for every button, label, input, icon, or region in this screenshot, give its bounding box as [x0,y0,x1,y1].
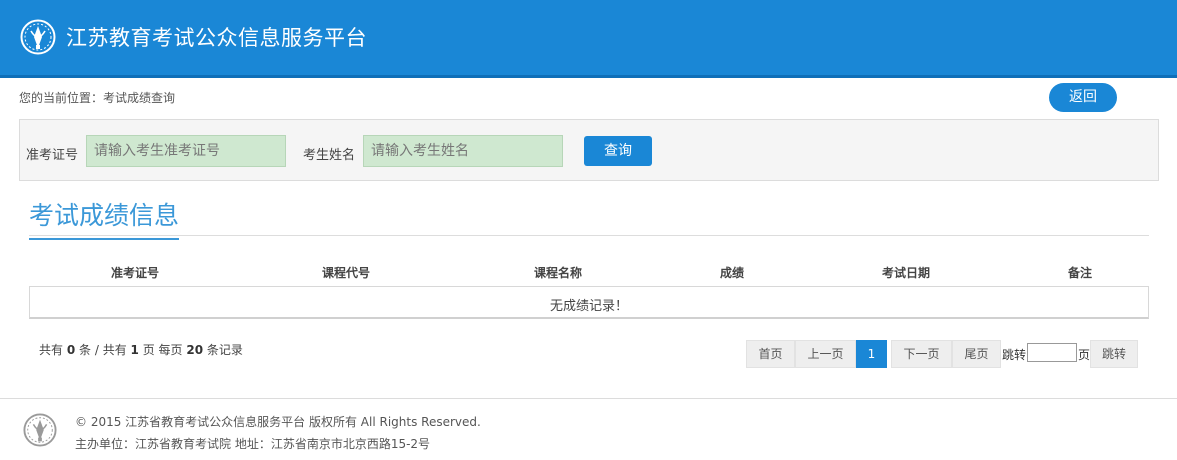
student-name-input[interactable] [363,135,563,167]
site-title: 江苏教育考试公众信息服务平台 [66,26,367,50]
site-header: 江苏教育考试公众信息服务平台 [0,0,1177,78]
student-name-label: 考生姓名 [303,148,356,163]
jump-page-input[interactable] [1027,343,1077,362]
next-page-button[interactable]: 下一页 [891,340,952,368]
results-table: 无成绩记录！ [29,286,1149,319]
jump-prefix-label: 跳转 [1002,348,1027,362]
back-button[interactable]: 返回 [1049,83,1117,112]
ticket-number-input[interactable] [86,135,286,167]
column-header-ticket-number: 准考证号 [110,266,160,280]
section-divider [29,235,1149,236]
summary-prefix: 共有 [39,343,64,357]
footer-organizer: 主办单位：江苏省教育考试院 地址：江苏省南京市北京西路15-2号 [75,437,431,451]
page-size: 20 [186,343,204,357]
summary-pages-unit: 页 每页 [142,343,183,357]
current-page-button[interactable]: 1 [856,340,887,368]
total-records: 0 [66,343,76,357]
emblem-icon [23,413,57,447]
column-header-exam-date: 考试日期 [881,266,931,280]
total-pages: 1 [130,343,139,357]
first-page-button[interactable]: 首页 [746,340,795,368]
record-summary: 共有 0 条 / 共有 1 页 每页 20 条记录 [39,341,243,358]
ticket-number-label: 准考证号 [26,148,79,163]
column-header-remarks: 备注 [1067,266,1093,280]
summary-suffix: 条记录 [206,343,243,357]
footer-divider [0,398,1177,399]
footer-copyright: © 2015 江苏省教育考试公众信息服务平台 版权所有 All Rights R… [75,415,481,429]
last-page-button[interactable]: 尾页 [952,340,1001,368]
query-button[interactable]: 查询 [584,136,652,166]
column-header-course-name: 课程名称 [533,266,583,280]
column-header-course-code: 课程代号 [321,266,371,280]
column-header-score: 成绩 [719,266,745,280]
jump-suffix-label: 页 [1078,348,1091,362]
search-panel: 准考证号 考生姓名 查询 [19,119,1159,181]
breadcrumb: 您的当前位置：考试成绩查询 [19,91,176,105]
emblem-icon [20,19,56,55]
jump-button[interactable]: 跳转 [1090,340,1138,368]
section-title: 考试成绩信息 [29,196,180,240]
summary-records-unit: 条 / 共有 [79,343,127,357]
prev-page-button[interactable]: 上一页 [795,340,856,368]
empty-message: 无成绩记录！ [549,299,628,314]
